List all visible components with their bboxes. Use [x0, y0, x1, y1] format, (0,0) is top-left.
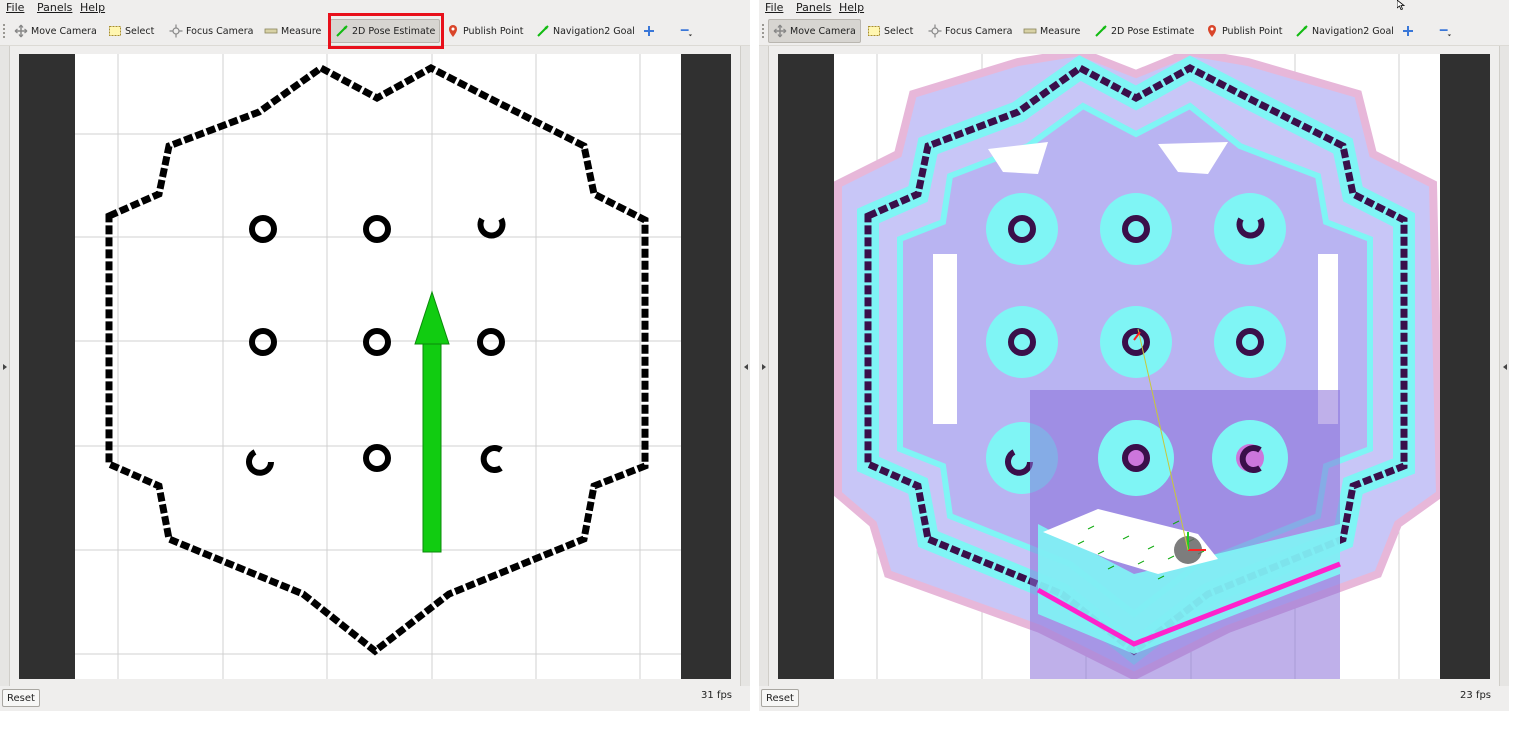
select-label: Select: [125, 25, 155, 37]
nav-goal-tool[interactable]: Navigation2 Goal: [531, 19, 640, 43]
publish-point-icon: [1205, 24, 1219, 38]
focus-camera-icon: [928, 24, 942, 38]
chevron-left-icon: [1503, 364, 1507, 370]
pose-estimate-icon: [1094, 24, 1108, 38]
occupancy-map: [19, 54, 731, 679]
remove-tool-button[interactable]: [674, 19, 698, 43]
collapse-left-dock[interactable]: [0, 46, 10, 686]
nav-goal-label: Navigation2 Goal: [553, 25, 635, 37]
toolbar-grip[interactable]: [3, 24, 6, 38]
minus-icon: [679, 24, 693, 38]
fps-counter: 31 fps: [701, 690, 732, 701]
menu-help[interactable]: Help: [80, 1, 105, 14]
rviz-window-right: File Panels Help Move Camera Select Focu…: [759, 0, 1509, 711]
rviz-window-left: File Panels Help Move Camera Select Focu…: [0, 0, 750, 711]
publish-point-tool[interactable]: Publish Point: [441, 19, 528, 43]
select-icon: [867, 24, 881, 38]
move-camera-label: Move Camera: [790, 25, 856, 37]
pose-estimate-label: 2D Pose Estimate: [1111, 25, 1195, 37]
publish-point-tool[interactable]: Publish Point: [1200, 19, 1287, 43]
menu-file[interactable]: File: [765, 1, 783, 14]
nav-goal-icon: [1295, 24, 1309, 38]
collapse-left-dock[interactable]: [759, 46, 769, 686]
move-camera-tool[interactable]: Move Camera: [9, 19, 102, 43]
publish-point-label: Publish Point: [1222, 25, 1283, 37]
measure-icon: [1023, 24, 1037, 38]
measure-tool[interactable]: Measure: [259, 19, 326, 43]
costmap-view: [778, 54, 1490, 679]
move-camera-tool[interactable]: Move Camera: [768, 19, 861, 43]
move-camera-label: Move Camera: [31, 25, 97, 37]
add-tool-button[interactable]: [1396, 19, 1420, 43]
select-label: Select: [884, 25, 914, 37]
focus-camera-icon: [169, 24, 183, 38]
menu-file[interactable]: File: [6, 1, 24, 14]
reset-button[interactable]: Reset: [2, 689, 40, 707]
collapse-right-dock[interactable]: [740, 46, 750, 686]
mouse-cursor-icon: [1396, 0, 1406, 13]
plus-icon: [642, 24, 656, 38]
measure-tool[interactable]: Measure: [1018, 19, 1085, 43]
select-tool[interactable]: Select: [862, 19, 918, 43]
minus-icon: [1438, 24, 1452, 38]
focus-camera-label: Focus Camera: [186, 25, 254, 37]
select-icon: [108, 24, 122, 38]
plus-icon: [1401, 24, 1415, 38]
pose-estimate-tool[interactable]: 2D Pose Estimate: [1089, 19, 1199, 43]
move-camera-icon: [773, 24, 787, 38]
active-tool-highlight: [328, 13, 444, 49]
measure-icon: [264, 24, 278, 38]
measure-label: Measure: [281, 25, 322, 37]
chevron-right-icon: [762, 364, 766, 370]
focus-camera-label: Focus Camera: [945, 25, 1013, 37]
status-bar: Reset 23 fps: [759, 687, 1509, 711]
move-camera-icon: [14, 24, 28, 38]
status-bar: Reset 31 fps: [0, 687, 750, 711]
nav-goal-label: Navigation2 Goal: [1312, 25, 1394, 37]
publish-point-icon: [446, 24, 460, 38]
menu-help[interactable]: Help: [839, 1, 864, 14]
toolbar-grip[interactable]: [762, 24, 765, 38]
tools-toolbar: Move Camera Select Focus Camera Measure …: [759, 16, 1509, 46]
fps-counter: 23 fps: [1460, 690, 1491, 701]
measure-label: Measure: [1040, 25, 1081, 37]
focus-camera-tool[interactable]: Focus Camera: [164, 19, 258, 43]
remove-tool-button[interactable]: [1433, 19, 1457, 43]
focus-camera-tool[interactable]: Focus Camera: [923, 19, 1017, 43]
reset-button[interactable]: Reset: [761, 689, 799, 707]
publish-point-label: Publish Point: [463, 25, 524, 37]
chevron-right-icon: [3, 364, 7, 370]
menu-panels[interactable]: Panels: [796, 1, 831, 14]
nav-goal-tool[interactable]: Navigation2 Goal: [1290, 19, 1399, 43]
render-viewport[interactable]: [778, 54, 1490, 679]
render-viewport[interactable]: [19, 54, 731, 679]
chevron-left-icon: [744, 364, 748, 370]
collapse-right-dock[interactable]: [1499, 46, 1509, 686]
select-tool[interactable]: Select: [103, 19, 159, 43]
add-tool-button[interactable]: [637, 19, 661, 43]
nav-goal-icon: [536, 24, 550, 38]
menu-panels[interactable]: Panels: [37, 1, 72, 14]
